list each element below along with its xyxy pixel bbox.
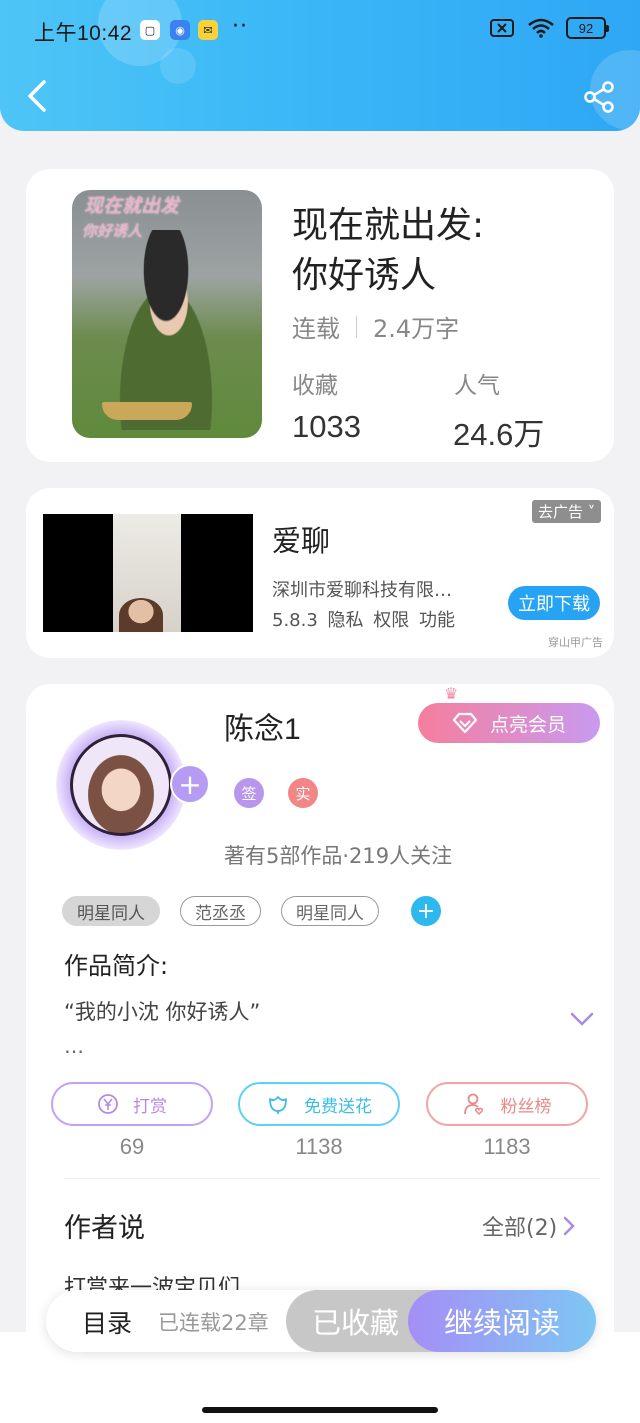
table-of-contents-button[interactable]: 目录 (82, 1304, 132, 1340)
user-heart-icon (463, 1093, 483, 1116)
chevron-down-icon: ˅ (583, 503, 596, 521)
top-header: 上午10:42 ▢ ◉ ✉ ·· 92 (0, 0, 640, 131)
reward-button[interactable]: 打赏 (51, 1082, 213, 1126)
book-info-card: 现在就出发 你好诱人 现在就出发: 你好诱人 连载 2.4万字 收藏 1033 … (26, 169, 614, 462)
book-title-line1: 现在就出发: (292, 205, 485, 246)
cover-photo-detail (102, 402, 192, 420)
chevron-right-icon (563, 1216, 575, 1236)
more-notifications-icon: ·· (232, 14, 248, 39)
author-card: + 陈念1 ♛ 点亮会员 签 实 著有5部作品·219人关注 明星同人 范丞丞 … (26, 684, 614, 1364)
share-button[interactable] (582, 80, 616, 114)
popularity-label: 人气 (454, 373, 500, 399)
tag-item[interactable]: 明星同人 (62, 896, 160, 926)
diamond-icon (452, 712, 478, 734)
tag-item[interactable]: 范丞丞 (180, 896, 261, 926)
intro-text: “我的小沈 你好诱人” (64, 1000, 261, 1024)
fan-ranking-label: 粉丝榜 (500, 1096, 552, 1117)
ad-app-name: 爱聊 (272, 524, 331, 558)
send-flower-label: 免费送花 (304, 1096, 372, 1117)
reward-label: 打赏 (133, 1096, 167, 1117)
flower-count: 1138 (295, 1134, 343, 1159)
crown-icon: ♛ (444, 684, 459, 703)
view-all-link[interactable]: 全部(2) (482, 1210, 575, 1242)
vip-label: 点亮会员 (489, 713, 566, 736)
status-time: 上午10:42 (34, 22, 133, 45)
battery-icon: 92 (566, 17, 609, 39)
no-sim-icon (490, 19, 514, 37)
ad-company: 深圳市爱聊科技有限… (272, 580, 452, 601)
follow-plus-icon[interactable]: + (170, 764, 210, 804)
intro-label: 作品简介: (64, 952, 169, 980)
message-app-icon: ✉ (198, 20, 218, 40)
expand-chevron-icon[interactable] (570, 1012, 594, 1026)
fan-ranking-button[interactable]: 粉丝榜 (426, 1082, 588, 1126)
cover-photo (96, 230, 236, 430)
reward-count: 69 (119, 1134, 145, 1159)
avatar[interactable] (70, 734, 172, 836)
back-button[interactable] (22, 78, 52, 114)
wifi-app-icon: ◉ (170, 20, 190, 40)
status-right-group: 92 (490, 17, 609, 39)
continue-reading-button[interactable]: 继续阅读 (408, 1290, 596, 1352)
favorites-value: 1033 (292, 409, 361, 444)
remove-ad-label: 去广告 (538, 503, 584, 521)
status-bar: 上午10:42 ▢ ◉ ✉ ·· 92 (0, 0, 640, 62)
flower-icon (269, 1096, 287, 1114)
ad-info[interactable]: 5.8.3 隐私 权限 功能 (272, 606, 455, 632)
remove-ad-button[interactable]: 去广告 ˅ (532, 500, 602, 523)
yen-coin-icon (98, 1094, 118, 1114)
app-notification-icon: ▢ (140, 20, 160, 40)
cover-title-text: 现在就出发 (84, 195, 180, 217)
ad-download-button[interactable]: 立即下载 (508, 586, 600, 620)
home-indicator[interactable] (202, 1407, 438, 1413)
verified-badge: 实 (288, 778, 318, 808)
ad-video[interactable] (43, 514, 253, 632)
author-says-label: 作者说 (64, 1213, 145, 1244)
chapter-count: 已连载22章 (158, 1311, 269, 1335)
popularity-value: 24.6万 (453, 417, 545, 452)
author-avatar-group[interactable]: + (56, 720, 210, 850)
vip-button[interactable]: 点亮会员 (418, 703, 600, 743)
book-title: 现在就出发: 你好诱人 (292, 201, 484, 301)
meta-divider (356, 315, 357, 338)
wifi-icon (528, 18, 554, 38)
bottom-action-bar: 目录 已连载22章 已收藏 继续阅读 (46, 1290, 596, 1352)
view-all-label: 全部(2) (482, 1216, 558, 1241)
favorites-label: 收藏 (292, 373, 338, 399)
add-tag-icon[interactable]: + (411, 896, 441, 926)
fan-count: 1183 (483, 1134, 531, 1159)
ad-card[interactable]: 去广告 ˅ 爱聊 深圳市爱聊科技有限… 5.8.3 隐私 权限 功能 立即下载 … (26, 488, 614, 658)
tag-item[interactable]: 明星同人 (281, 896, 379, 926)
book-title-line2: 你好诱人 (292, 255, 437, 296)
ad-source: 穿山甲广告 (548, 636, 603, 649)
book-word-count: 2.4万字 (373, 315, 460, 343)
signed-badge: 签 (234, 778, 264, 808)
send-flower-button[interactable]: 免费送花 (238, 1082, 400, 1126)
intro-ellipsis: … (64, 1034, 84, 1058)
cover-subtitle-text: 你好诱人 (82, 222, 143, 240)
author-stats: 著有5部作品·219人关注 (224, 844, 453, 868)
tag-list: 明星同人 范丞丞 明星同人 + (62, 896, 441, 926)
book-cover[interactable]: 现在就出发 你好诱人 (72, 190, 262, 438)
ad-video-person (119, 598, 163, 632)
author-name[interactable]: 陈念1 (224, 704, 301, 748)
divider (64, 1178, 600, 1179)
book-status: 连载 (292, 315, 340, 343)
book-meta: 连载 2.4万字 (292, 309, 459, 344)
